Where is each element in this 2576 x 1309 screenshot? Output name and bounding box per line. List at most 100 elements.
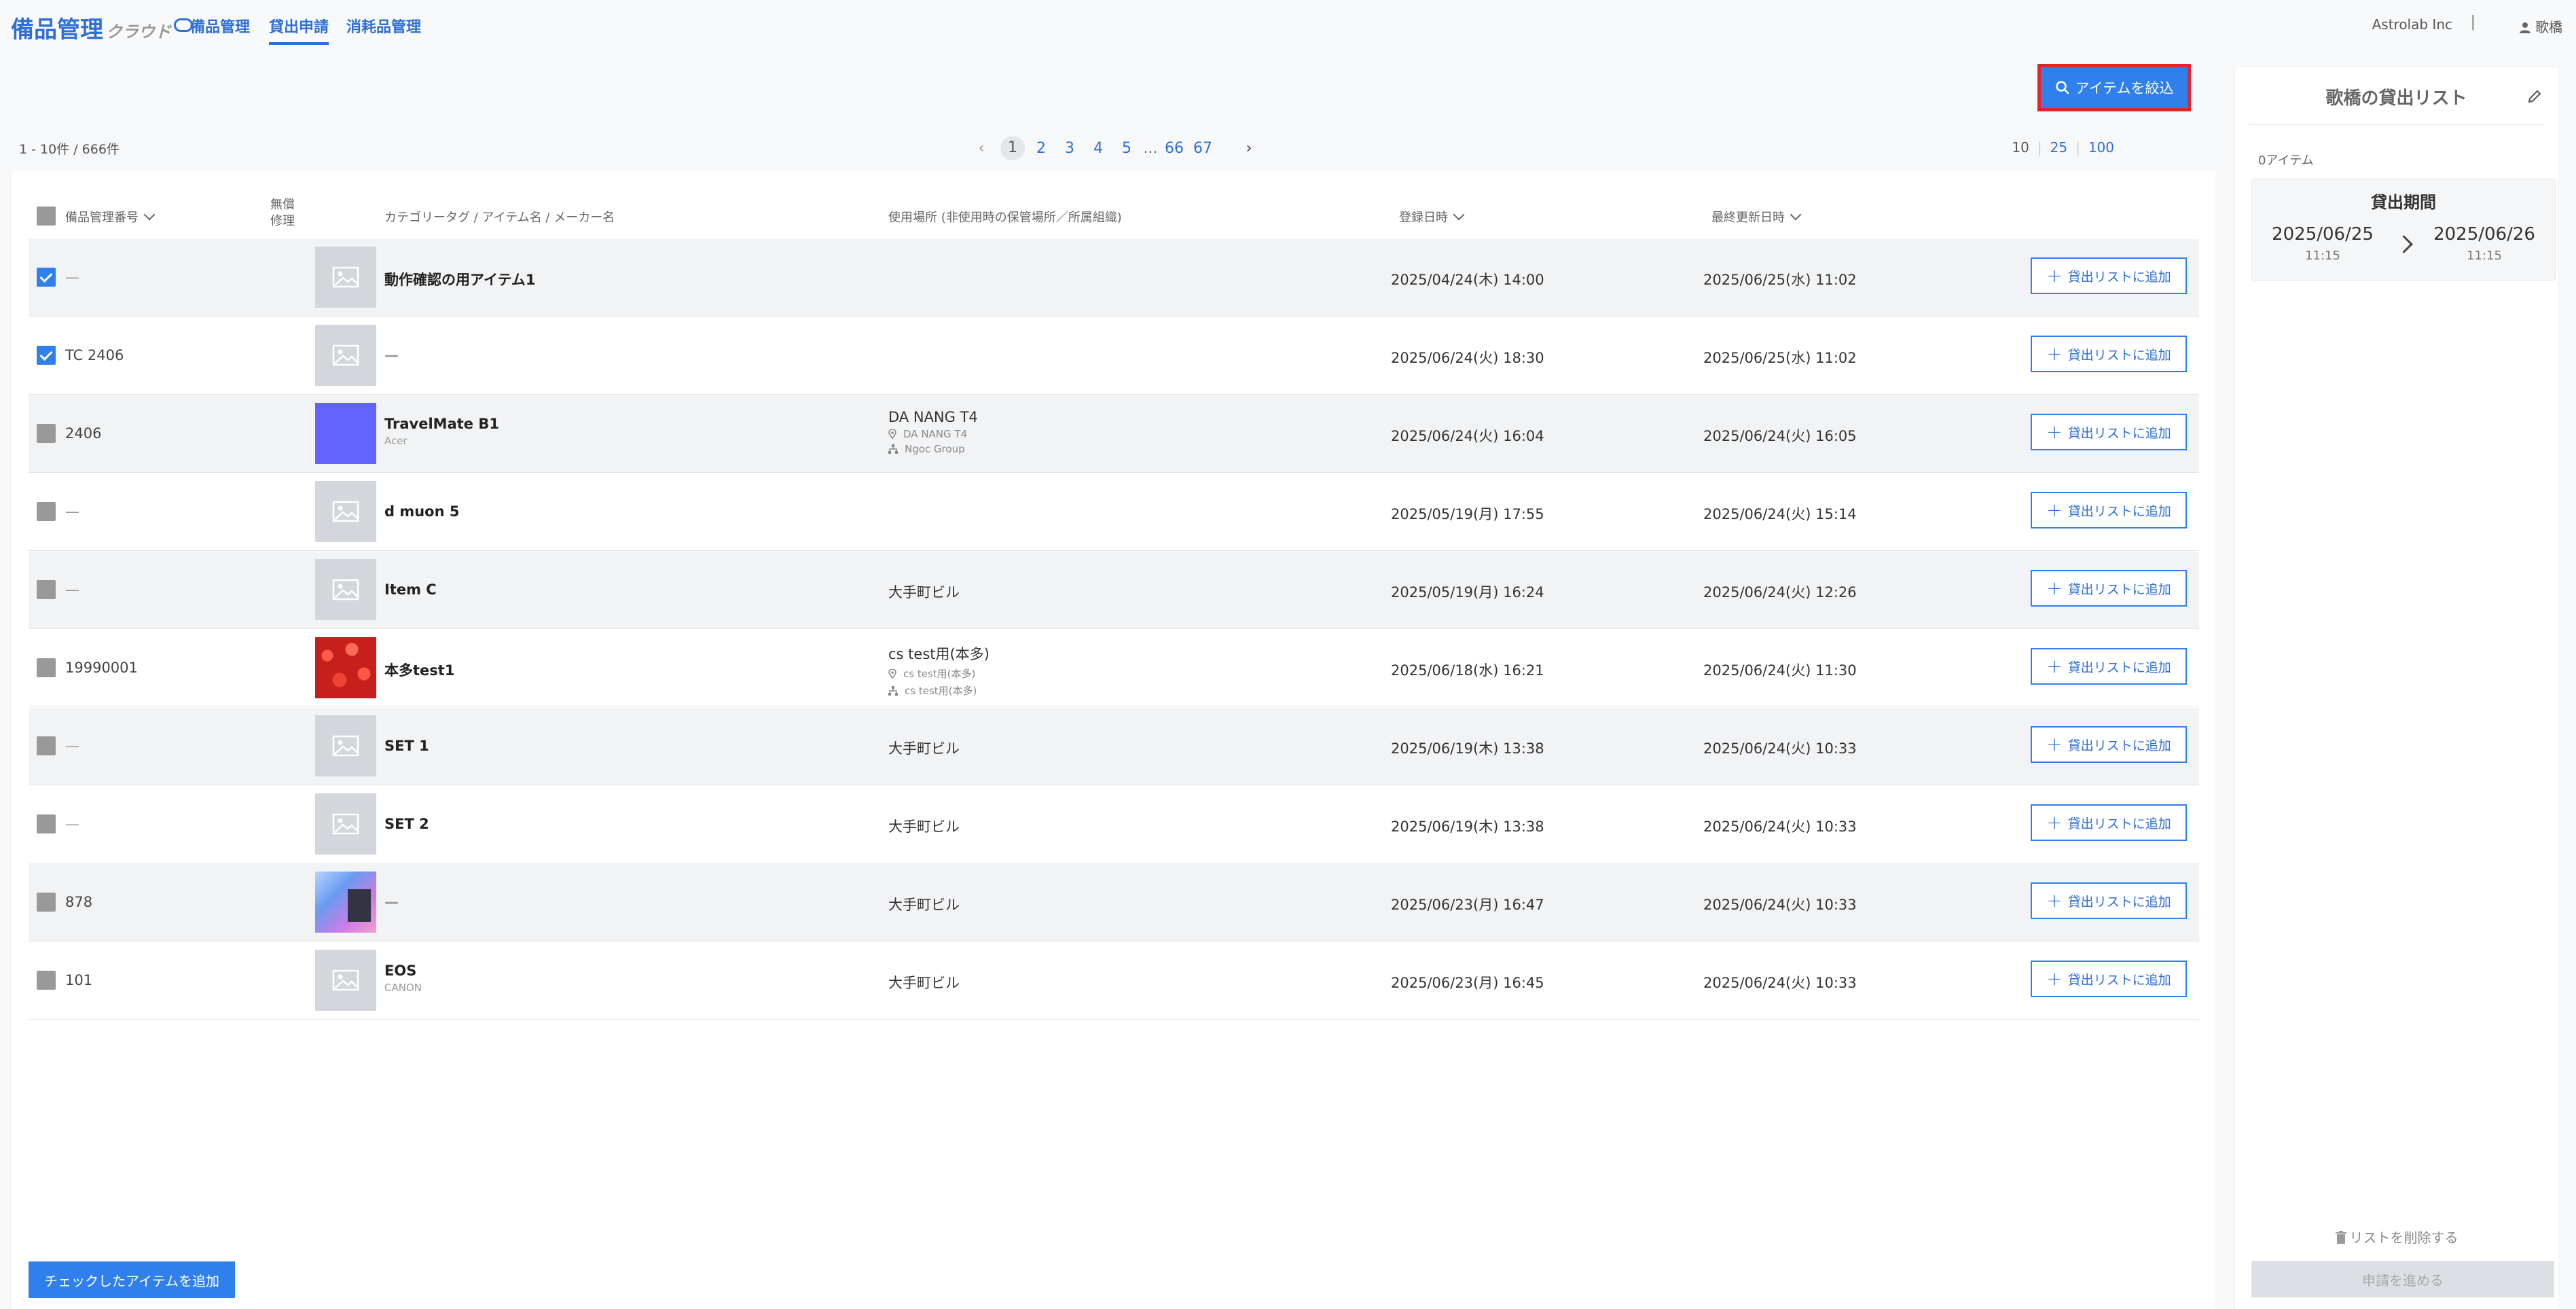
- row-checkbox[interactable]: [37, 580, 56, 599]
- registered-date: 2025/06/18(水) 16:21: [1391, 662, 1544, 679]
- items-table-card: 備品管理番号 無償 修理 カテゴリータグ / アイテム名 / メーカー名 使用場所…: [12, 171, 2215, 1309]
- pencil-icon[interactable]: [2526, 88, 2543, 107]
- page-1[interactable]: 1: [1000, 136, 1025, 160]
- table-row[interactable]: 2406 TravelMate B1 Acer DA NANG T4 DA NANG T…: [29, 395, 2199, 473]
- page-66[interactable]: 66: [1160, 140, 1189, 157]
- add-to-list-label: 貸出リストに追加: [2067, 425, 2171, 441]
- header-number[interactable]: 備品管理番号: [65, 208, 156, 226]
- plus-icon: +: [2046, 420, 2063, 443]
- item-cell: 本多test1: [384, 660, 454, 680]
- app-logo[interactable]: 備品管理 クラウド: [11, 11, 193, 44]
- prev-page-button[interactable]: ‹: [964, 140, 998, 157]
- item-name[interactable]: 動作確認の用アイテム1: [384, 269, 536, 289]
- page-2[interactable]: 2: [1027, 140, 1055, 157]
- nav-item-equipment[interactable]: 備品管理: [190, 15, 250, 37]
- registered-date: 2025/06/19(木) 13:38: [1391, 819, 1544, 835]
- page-size-100[interactable]: 100: [2080, 139, 2122, 156]
- next-page-button[interactable]: ›: [1232, 140, 1266, 157]
- lending-list-panel: 歌橋の貸出リスト 0アイテム 貸出期間 2025/06/25 11:15 202…: [2234, 68, 2558, 1309]
- item-name[interactable]: TravelMate B1: [384, 416, 499, 432]
- add-to-list-button[interactable]: + 貸出リストに追加: [2031, 414, 2187, 450]
- add-to-list-label: 貸出リストに追加: [2067, 347, 2171, 363]
- table-header: 備品管理番号 無償 修理 カテゴリータグ / アイテム名 / メーカー名 使用場所…: [29, 194, 2199, 241]
- row-checkbox[interactable]: [37, 268, 56, 287]
- image-placeholder-icon: [332, 344, 359, 366]
- item-name[interactable]: 本多test1: [384, 660, 454, 680]
- updated-date: 2025/06/24(火) 10:33: [1703, 975, 1857, 991]
- page-size-25[interactable]: 25: [2042, 139, 2075, 156]
- registered-date: 2025/05/19(月) 16:24: [1391, 584, 1544, 600]
- lending-period-card[interactable]: 貸出期間 2025/06/25 11:15 2025/06/26 11:15: [2251, 179, 2556, 281]
- item-name[interactable]: EOS: [384, 963, 422, 979]
- table-row[interactable]: — SET 1 大手町ビル 2025/06/19(木) 13:38 2025/06/24…: [29, 708, 2199, 785]
- table-row[interactable]: — 動作確認の用アイテム1 2025/04/24(木) 14:00 2025/06/2…: [29, 239, 2199, 317]
- updated-date: 2025/06/24(火) 10:33: [1703, 740, 1857, 757]
- storage-place: cs test用(本多): [888, 666, 990, 681]
- nav-item-lending[interactable]: 貸出申請: [269, 15, 329, 45]
- period-start: 2025/06/25 11:15: [2272, 224, 2374, 263]
- item-thumbnail: [315, 637, 376, 698]
- table-row[interactable]: — SET 2 大手町ビル 2025/06/19(木) 13:38 2025/06/24…: [29, 786, 2199, 863]
- item-maker: Acer: [384, 435, 407, 447]
- add-to-list-button[interactable]: + 貸出リストに追加: [2031, 882, 2187, 919]
- add-to-list-button[interactable]: + 貸出リストに追加: [2031, 492, 2187, 528]
- add-to-list-button[interactable]: + 貸出リストに追加: [2031, 648, 2187, 685]
- image-placeholder-icon: [332, 813, 359, 835]
- add-to-list-button[interactable]: + 貸出リストに追加: [2031, 804, 2187, 841]
- page-4[interactable]: 4: [1084, 140, 1112, 157]
- add-to-list-button[interactable]: + 貸出リストに追加: [2031, 257, 2187, 294]
- row-checkbox[interactable]: [37, 658, 56, 677]
- row-checkbox[interactable]: [37, 502, 56, 521]
- add-to-list-button[interactable]: + 貸出リストに追加: [2031, 961, 2187, 997]
- row-checkbox[interactable]: [37, 893, 56, 912]
- header-separator: |: [2470, 14, 2475, 31]
- user-menu[interactable]: 歌橋: [2519, 16, 2562, 36]
- select-all-checkbox[interactable]: [37, 207, 56, 226]
- header-registered[interactable]: 登録日時: [1399, 208, 1465, 226]
- item-name[interactable]: Item C: [384, 581, 437, 598]
- tenant-name[interactable]: Astrolab Inc: [2372, 16, 2452, 33]
- location-cell: 大手町ビル: [888, 972, 960, 992]
- item-thumbnail: [315, 481, 376, 542]
- page-67[interactable]: 67: [1189, 140, 1217, 157]
- header-item: カテゴリータグ / アイテム名 / メーカー名: [384, 211, 615, 225]
- table-row[interactable]: — d muon 5 2025/05/19(月) 17:55 2025/06/24(火…: [29, 473, 2199, 551]
- row-checkbox[interactable]: [37, 971, 56, 990]
- add-to-list-button[interactable]: + 貸出リストに追加: [2031, 570, 2187, 607]
- row-checkbox[interactable]: [37, 814, 56, 833]
- row-checkbox[interactable]: [37, 424, 56, 443]
- item-name[interactable]: —: [384, 894, 399, 910]
- header-location: 使用場所 (非使用時の保管場所／所属組織): [888, 211, 1122, 225]
- registered-date: 2025/06/23(月) 16:47: [1391, 897, 1544, 913]
- header-updated[interactable]: 最終更新日時: [1711, 208, 1802, 226]
- add-checked-items-button[interactable]: チェックしたアイテムを追加: [29, 1261, 235, 1298]
- item-name[interactable]: d muon 5: [384, 503, 459, 520]
- add-to-list-button[interactable]: + 貸出リストに追加: [2031, 336, 2187, 372]
- page-5[interactable]: 5: [1112, 140, 1141, 157]
- add-to-list-label: 貸出リストに追加: [2067, 269, 2171, 285]
- item-name[interactable]: SET 1: [384, 738, 429, 754]
- table-row[interactable]: 101 EOS CANON 大手町ビル 2025/06/23(月) 16:45 2025/…: [29, 942, 2199, 1020]
- row-number: 878: [65, 894, 93, 910]
- page-3[interactable]: 3: [1055, 140, 1084, 157]
- add-to-list-button[interactable]: + 貸出リストに追加: [2031, 726, 2187, 763]
- table-row[interactable]: 19990001 本多test1 cs test用(本多) cs test用(本多) c…: [29, 630, 2199, 707]
- table-row[interactable]: TC 2406 — 2025/06/24(火) 18:30 2025/06/25(水)…: [29, 317, 2199, 395]
- filter-items-button[interactable]: アイテムを絞込: [2037, 64, 2191, 111]
- table-row[interactable]: 878 — 大手町ビル 2025/06/23(月) 16:47 2025/06/24(火…: [29, 864, 2199, 942]
- lending-period-title: 貸出期間: [2371, 193, 2436, 212]
- image-placeholder-icon: [332, 969, 359, 991]
- page-size-divider: |: [2075, 139, 2080, 156]
- nav-item-consumables[interactable]: 消耗品管理: [346, 15, 421, 37]
- row-checkbox[interactable]: [37, 346, 56, 365]
- submit-request-button[interactable]: 申請を進める: [2251, 1261, 2554, 1297]
- table-row[interactable]: — Item C 大手町ビル 2025/05/19(月) 16:24 2025/06/2…: [29, 552, 2199, 629]
- registered-date: 2025/04/24(木) 14:00: [1391, 272, 1544, 288]
- page-size-10[interactable]: 10: [2003, 139, 2037, 156]
- plus-icon: +: [2046, 733, 2063, 755]
- item-name[interactable]: —: [384, 347, 399, 363]
- item-name[interactable]: SET 2: [384, 816, 429, 832]
- delete-list-button[interactable]: リストを削除する: [2235, 1227, 2558, 1247]
- row-checkbox[interactable]: [37, 736, 56, 755]
- location-name: 大手町ビル: [888, 897, 960, 913]
